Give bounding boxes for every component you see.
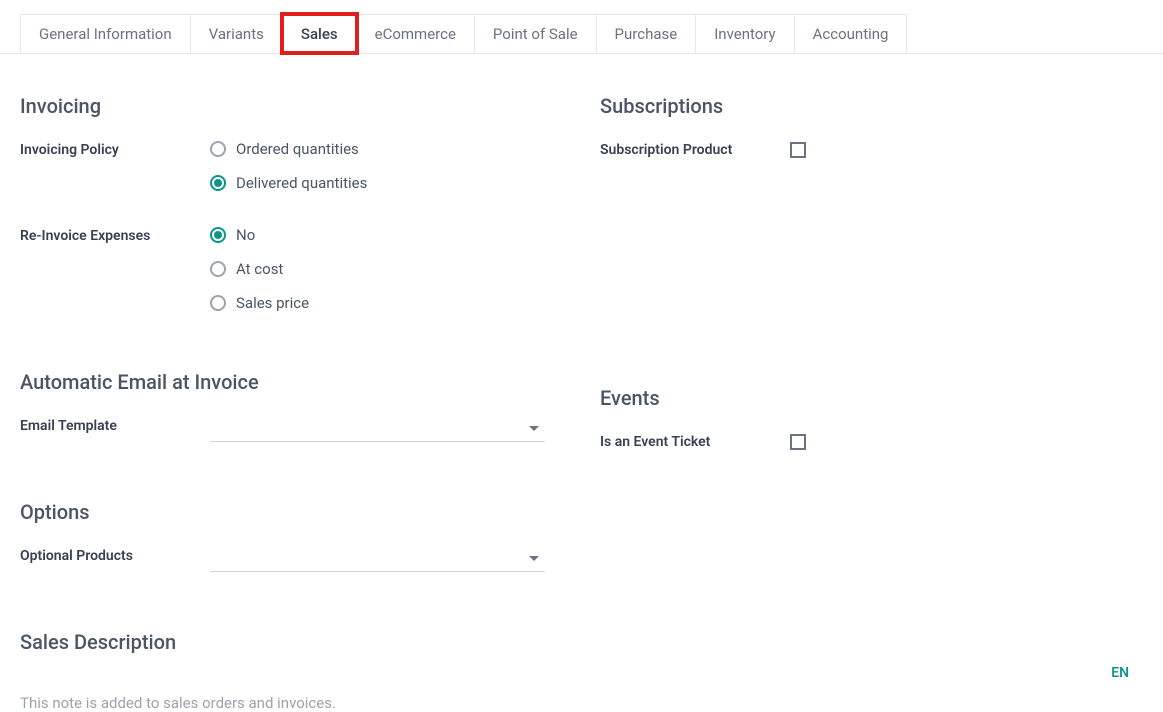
tab-variants[interactable]: Variants (190, 14, 283, 53)
tab-general-information[interactable]: General Information (20, 14, 191, 53)
radio-delivered-quantities[interactable]: Delivered quantities (210, 174, 600, 192)
subscription-product-label: Subscription Product (600, 140, 790, 158)
radio-label-at-cost: At cost (236, 260, 283, 278)
reinvoice-expenses-label: Re-Invoice Expenses (20, 226, 210, 244)
tab-inventory[interactable]: Inventory (695, 14, 794, 53)
language-indicator[interactable]: EN (1111, 665, 1129, 681)
radio-icon (210, 295, 226, 311)
tab-accounting[interactable]: Accounting (794, 14, 908, 53)
options-title: Options (20, 500, 600, 524)
invoicing-policy-label: Invoicing Policy (20, 140, 210, 158)
subscription-product-checkbox[interactable] (790, 142, 806, 158)
invoicing-title: Invoicing (20, 94, 600, 118)
radio-icon-checked (210, 227, 226, 243)
radio-icon (210, 141, 226, 157)
radio-icon-checked (210, 175, 226, 191)
radio-at-cost[interactable]: At cost (210, 260, 600, 278)
event-ticket-label: Is an Event Ticket (600, 432, 790, 450)
radio-label-ordered: Ordered quantities (236, 140, 359, 158)
optional-products-label: Optional Products (20, 546, 210, 564)
radio-icon (210, 261, 226, 277)
sales-description-title: Sales Description (20, 630, 600, 654)
optional-products-dropdown[interactable] (210, 546, 545, 572)
event-ticket-checkbox[interactable] (790, 434, 806, 450)
auto-email-title: Automatic Email at Invoice (20, 370, 600, 394)
tab-purchase[interactable]: Purchase (596, 14, 697, 53)
tab-point-of-sale[interactable]: Point of Sale (474, 14, 597, 53)
radio-label-delivered: Delivered quantities (236, 174, 367, 192)
tab-ecommerce[interactable]: eCommerce (356, 14, 475, 53)
email-template-label: Email Template (20, 416, 210, 434)
subscriptions-title: Subscriptions (600, 94, 1143, 118)
events-title: Events (600, 386, 1143, 410)
email-template-dropdown[interactable] (210, 416, 545, 442)
radio-no[interactable]: No (210, 226, 600, 244)
radio-sales-price[interactable]: Sales price (210, 294, 600, 312)
radio-ordered-quantities[interactable]: Ordered quantities (210, 140, 600, 158)
chevron-down-icon (529, 556, 539, 561)
radio-label-no: No (236, 226, 255, 244)
radio-dot-icon (214, 179, 222, 187)
tab-sales[interactable]: Sales (282, 14, 357, 53)
radio-dot-icon (214, 231, 222, 239)
tabs-bar: General Information Variants Sales eComm… (0, 0, 1163, 54)
radio-label-sales-price: Sales price (236, 294, 309, 312)
chevron-down-icon (529, 426, 539, 431)
sales-description-placeholder[interactable]: This note is added to sales orders and i… (0, 694, 1163, 712)
